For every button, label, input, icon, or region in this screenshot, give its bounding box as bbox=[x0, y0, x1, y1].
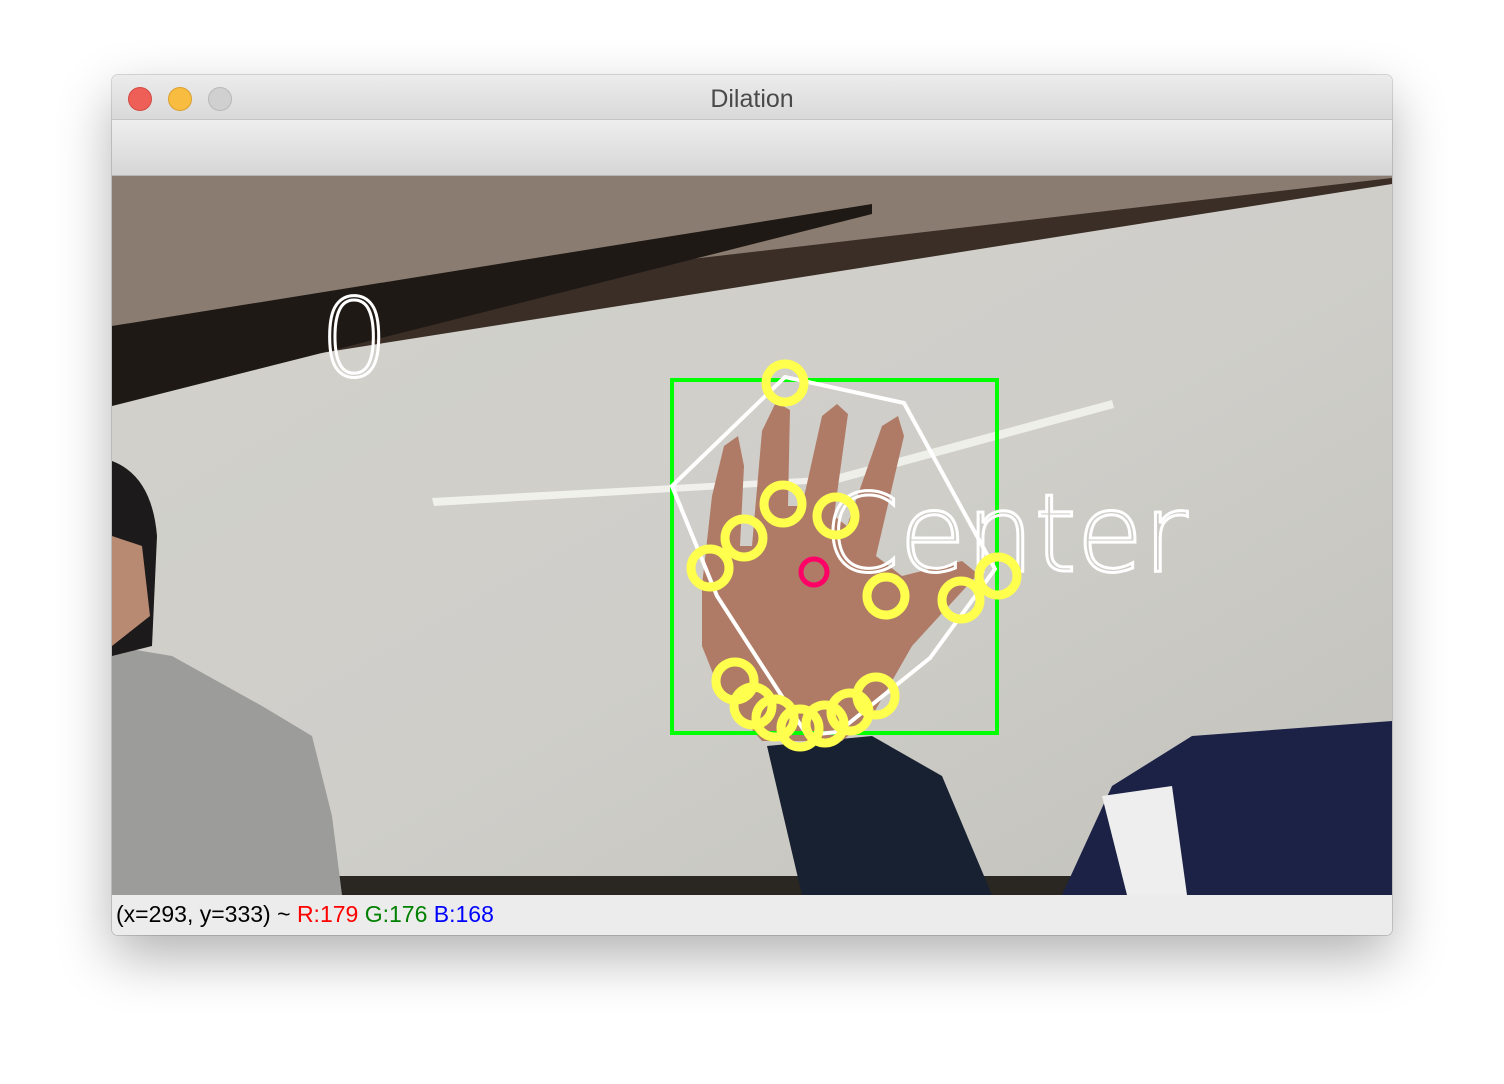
app-window: Dilation 0 Center (x=293, y=333) ~ R:179… bbox=[112, 75, 1392, 935]
title-bar[interactable]: Dilation bbox=[112, 75, 1392, 120]
count-label: 0 bbox=[320, 277, 389, 402]
pixel-blue: B:168 bbox=[433, 901, 494, 927]
pixel-red: R:179 bbox=[296, 901, 359, 927]
window-title: Dilation bbox=[710, 85, 794, 113]
status-bar: (x=293, y=333) ~ R:179 G:176 B:168 bbox=[112, 895, 1392, 935]
cursor-coords: (x=293, y=333) ~ bbox=[116, 901, 297, 927]
pixel-green: G:176 bbox=[364, 901, 428, 927]
toolbar bbox=[112, 120, 1392, 176]
image-canvas[interactable]: 0 Center bbox=[112, 176, 1392, 895]
